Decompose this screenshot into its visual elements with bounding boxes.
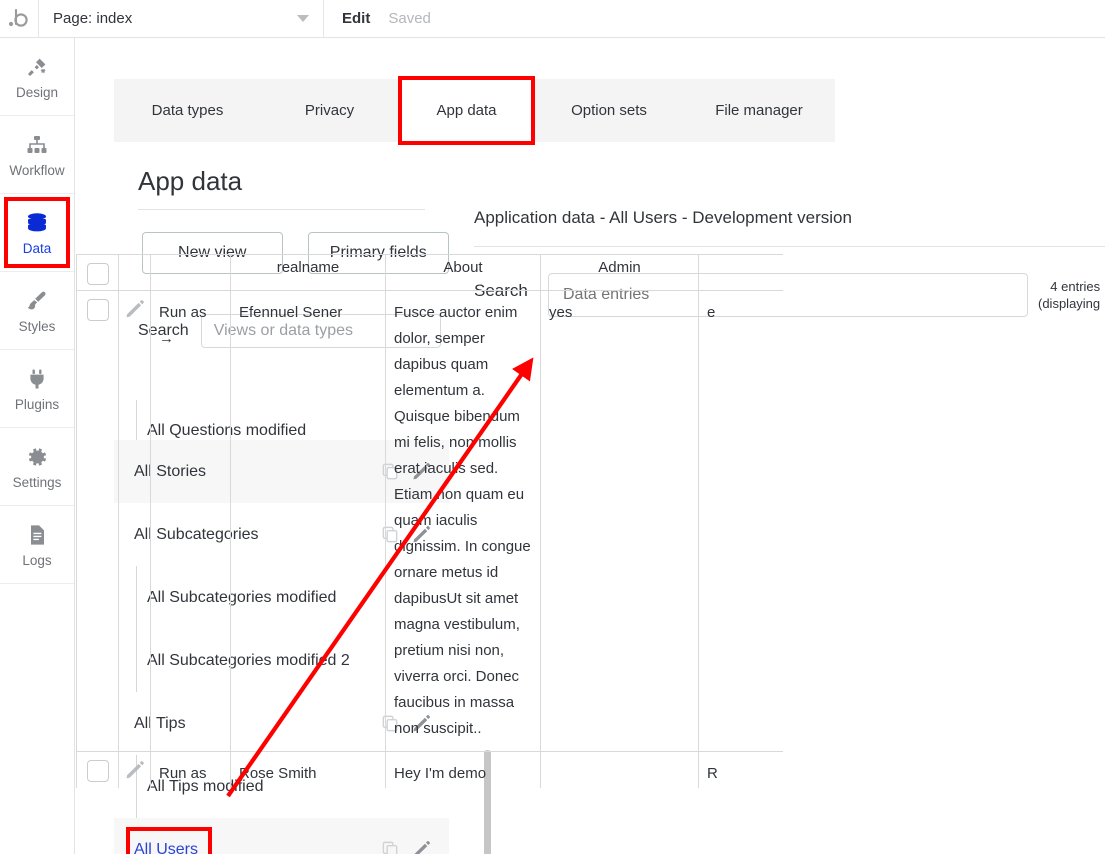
tab-option-sets[interactable]: Option sets [535, 79, 683, 142]
sidebar-item-label: Styles [18, 318, 56, 334]
admin-column-header[interactable]: Admin [540, 254, 699, 291]
tab-label: File manager [715, 102, 803, 119]
tab-privacy[interactable]: Privacy [261, 79, 398, 142]
sidebar-item-label: Data [22, 240, 52, 256]
sidebar-item-logs[interactable]: Logs [0, 506, 74, 584]
top-bar: Page: index Edit Saved [0, 0, 1105, 38]
about-cell: Hey I'm demo takılın. Nulla facilisi. [385, 751, 541, 788]
tab-label: Privacy [304, 102, 355, 119]
realname-cell: Efennuel Sener [230, 290, 386, 752]
sidebar-item-label: Workflow [9, 162, 65, 178]
about-cell: Fusce auctor enim dolor, semper dapibus … [385, 290, 541, 752]
run-as-cell[interactable]: Run as → [150, 290, 231, 752]
row-checkbox[interactable] [86, 299, 109, 321]
entries-count-line2: (displaying [1038, 296, 1101, 311]
bubble-logo-icon[interactable] [0, 0, 38, 38]
admin-cell: yes [540, 290, 699, 752]
row-select-cell [76, 290, 119, 752]
entries-count-line1: 4 entries [1050, 279, 1101, 294]
page-title: App data [138, 166, 243, 196]
saved-status: Saved [388, 10, 431, 27]
list-item-all-users[interactable]: All Users [114, 818, 449, 854]
view-name: All Users [134, 840, 199, 854]
edit-pencil-icon[interactable] [412, 840, 431, 854]
page-selector[interactable]: Page: index [39, 0, 323, 38]
extra-cell: R [698, 751, 783, 788]
sidebar-item-data[interactable]: Data [0, 194, 74, 272]
sidebar-item-plugins[interactable]: Plugins [0, 350, 74, 428]
chevron-down-icon[interactable] [297, 15, 309, 22]
topbar-actions: Edit Saved [324, 10, 431, 27]
gear-icon [25, 444, 49, 470]
sidebar-item-label: Design [15, 84, 59, 100]
data-table: realname About Admin Run as → Efennuel S… [76, 254, 783, 788]
app-root: Page: index Edit Saved Design Workflow D… [0, 0, 1105, 854]
data-table-wrapper[interactable]: realname About Admin Run as → Efennuel S… [76, 254, 783, 788]
select-all-checkbox[interactable] [86, 263, 109, 285]
edit-pencil-icon[interactable] [119, 299, 150, 319]
tab-app-data[interactable]: App data [398, 76, 535, 145]
row-edit-cell [118, 290, 151, 752]
database-icon [24, 210, 50, 236]
select-all-header [76, 254, 119, 291]
table-row[interactable]: Run as → Efennuel Sener Fusce auctor eni… [76, 290, 783, 752]
table-row[interactable]: Run as → Rose Smith Hey I'm demo takılın… [76, 751, 783, 788]
realname-column-header[interactable]: realname [230, 254, 386, 291]
tab-bar: Data types Privacy App data Option sets … [114, 76, 835, 145]
edit-column-header [118, 254, 151, 291]
data-table-head: realname About Admin [76, 254, 783, 291]
workflow-icon [25, 132, 49, 158]
content-area: Data types Privacy App data Option sets … [76, 38, 1105, 854]
edit-pencil-icon[interactable] [119, 760, 150, 780]
row-select-cell [76, 751, 119, 788]
sidebar-item-label: Settings [12, 474, 62, 490]
data-panel-title: Application data - All Users - Developme… [474, 208, 852, 227]
run-as-cell[interactable]: Run as → [150, 751, 231, 788]
tab-label: Option sets [571, 102, 647, 119]
data-table-body: Run as → Efennuel Sener Fusce auctor eni… [76, 290, 783, 788]
extra-cell: e [698, 290, 783, 752]
entries-count: 4 entries (displaying [1028, 273, 1100, 312]
extra-column-header[interactable] [698, 254, 783, 291]
copy-icon[interactable] [381, 840, 400, 854]
realname-cell: Rose Smith [230, 751, 386, 788]
plug-icon [25, 366, 49, 392]
sidebar-item-settings[interactable]: Settings [0, 428, 74, 506]
brush-icon [25, 288, 49, 314]
sidebar-item-workflow[interactable]: Workflow [0, 116, 74, 194]
row-checkbox[interactable] [86, 760, 109, 782]
sidebar: Design Workflow Data Styles Plugins Sett… [0, 38, 75, 854]
sidebar-item-design[interactable]: Design [0, 38, 74, 116]
runas-column-header [150, 254, 231, 291]
tab-label: App data [436, 102, 497, 119]
edit-button[interactable]: Edit [342, 10, 370, 27]
page-selector-label: Page: index [53, 10, 133, 27]
design-icon [25, 54, 49, 80]
view-row-actions [381, 840, 431, 854]
table-header-row: realname About Admin [76, 254, 783, 291]
sidebar-item-label: Plugins [14, 396, 60, 412]
tab-file-manager[interactable]: File manager [683, 79, 835, 142]
sidebar-item-styles[interactable]: Styles [0, 272, 74, 350]
admin-cell [540, 751, 699, 788]
tab-data-types[interactable]: Data types [114, 79, 261, 142]
about-column-header[interactable]: About [385, 254, 541, 291]
row-edit-cell [118, 751, 151, 788]
sidebar-item-label: Logs [22, 552, 52, 568]
document-icon [25, 522, 49, 548]
tab-label: Data types [151, 102, 224, 119]
